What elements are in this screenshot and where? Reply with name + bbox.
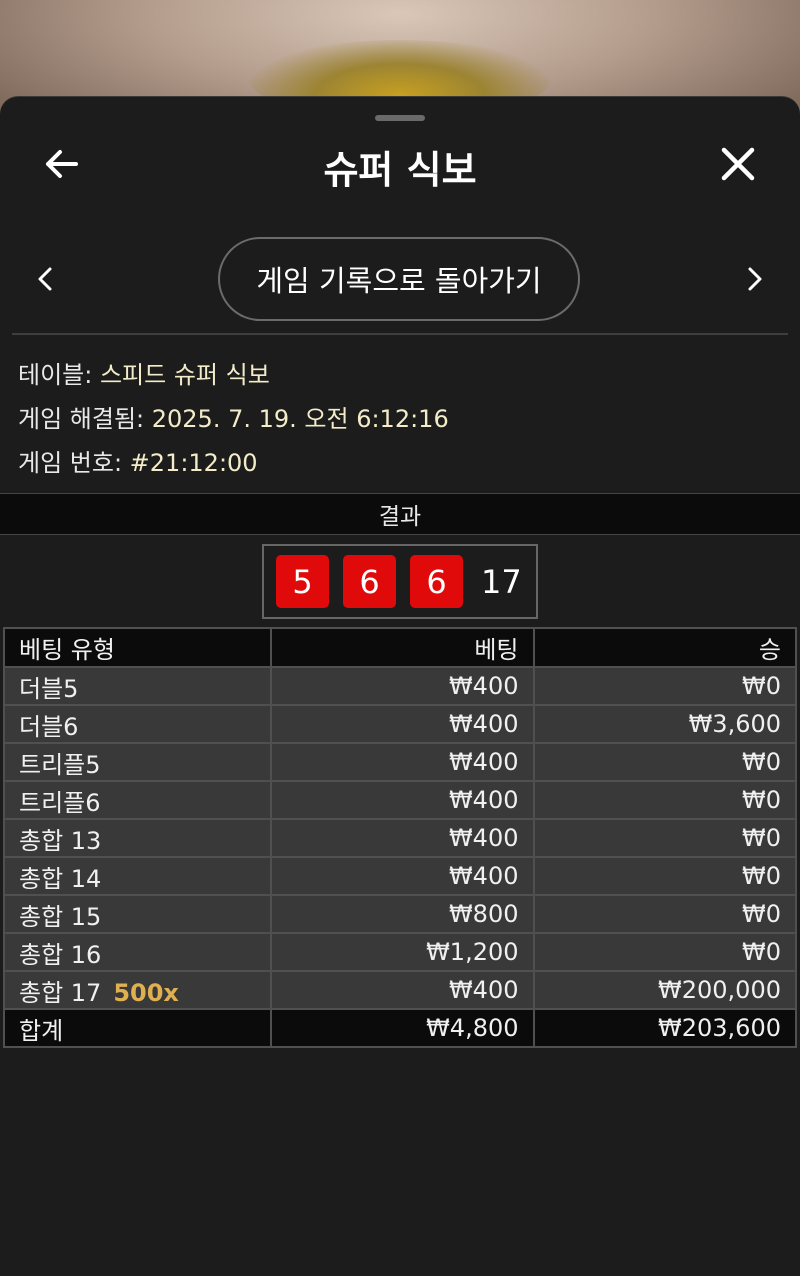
bet-type-cell: 총합 17 500x: [3, 970, 272, 1010]
dice-total: 17: [481, 562, 522, 601]
bet-type-cell: 총합 13: [3, 818, 272, 858]
close-icon[interactable]: [716, 142, 760, 186]
bet-amount: ₩1,200: [270, 932, 535, 972]
table-row: 총합 16 ₩1,200 ₩0: [3, 932, 797, 972]
table-row: 총합 13 ₩400 ₩0: [3, 818, 797, 858]
die-2: 6: [343, 555, 396, 608]
table-value: 스피드 슈퍼 식보: [99, 361, 270, 389]
total-win: ₩203,600: [532, 1008, 797, 1048]
total-bet: ₩4,800: [270, 1008, 535, 1048]
bet-amount: ₩400: [270, 742, 535, 782]
header-win: 승: [532, 627, 797, 668]
table-row: 트리플6 ₩400 ₩0: [3, 780, 797, 820]
win-amount: ₩3,600: [532, 704, 797, 744]
table-row: 총합 17 500x ₩400 ₩200,000: [3, 970, 797, 1010]
total-row: 합계 ₩4,800 ₩203,600: [3, 1008, 797, 1048]
bets-table: 베팅 유형 베팅 승 더블5 ₩400 ₩0 더블6 ₩400 ₩3,600 트…: [3, 627, 797, 1048]
arrow-left-icon[interactable]: [40, 142, 84, 186]
bet-type: 총합 14: [19, 864, 102, 893]
bet-type-cell: 더블6: [3, 704, 272, 744]
total-label: 합계: [3, 1008, 272, 1048]
win-amount: ₩0: [532, 666, 797, 706]
table-row: 더블6 ₩400 ₩3,600: [3, 704, 797, 744]
chevron-right-icon[interactable]: [738, 263, 770, 295]
header-bet: 베팅: [270, 627, 535, 668]
bet-amount: ₩800: [270, 894, 535, 934]
bet-amount: ₩400: [270, 780, 535, 820]
bet-type: 총합 16: [19, 940, 102, 969]
bet-type-cell: 트리플5: [3, 742, 272, 782]
chevron-left-icon[interactable]: [30, 263, 62, 295]
bet-amount: ₩400: [270, 666, 535, 706]
win-amount: ₩0: [532, 894, 797, 934]
table-label: 테이블:: [18, 361, 100, 389]
game-number-label: 게임 번호:: [18, 449, 130, 477]
page-title: 슈퍼 식보: [323, 148, 477, 192]
die-3: 6: [410, 555, 463, 608]
table-row: 총합 14 ₩400 ₩0: [3, 856, 797, 896]
bet-type-cell: 총합 16: [3, 932, 272, 972]
bet-type: 트리플5: [19, 750, 101, 779]
win-amount: ₩0: [532, 818, 797, 858]
bet-amount: ₩400: [270, 856, 535, 896]
die-1: 5: [276, 555, 329, 608]
bet-amount: ₩400: [270, 704, 535, 744]
bet-type-cell: 총합 14: [3, 856, 272, 896]
win-amount: ₩0: [532, 742, 797, 782]
resolved-label: 게임 해결됨:: [18, 405, 152, 433]
resolved-info: 게임 해결됨: 2025. 7. 19. 오전 6:12:16: [18, 399, 449, 434]
win-amount: ₩0: [532, 932, 797, 972]
game-detail-sheet: 슈퍼 식보 게임 기록으로 돌아가기 테이블: 스피드 슈퍼 식보 게임 해결됨…: [0, 96, 800, 1276]
table-row: 더블5 ₩400 ₩0: [3, 666, 797, 706]
bet-type-cell: 더블5: [3, 666, 272, 706]
win-amount: ₩0: [532, 780, 797, 820]
game-number-value: #21:12:00: [129, 449, 258, 477]
table-row: 총합 15 ₩800 ₩0: [3, 894, 797, 934]
table-header-row: 베팅 유형 베팅 승: [3, 627, 797, 668]
sheet-grabber[interactable]: [375, 115, 425, 121]
table-info: 테이블: 스피드 슈퍼 식보: [18, 355, 270, 390]
bet-type: 총합 17: [19, 978, 102, 1007]
bet-type: 더블6: [19, 712, 79, 741]
resolved-value: 2025. 7. 19. 오전 6:12:16: [151, 405, 449, 433]
bet-type-cell: 총합 15: [3, 894, 272, 934]
bet-type: 총합 13: [19, 826, 102, 855]
header-bet-type: 베팅 유형: [3, 627, 272, 668]
back-to-history-button[interactable]: 게임 기록으로 돌아가기: [218, 237, 580, 321]
bet-amount: ₩400: [270, 970, 535, 1010]
bet-type-cell: 트리플6: [3, 780, 272, 820]
win-amount: ₩200,000: [532, 970, 797, 1010]
bet-type: 트리플6: [19, 788, 101, 817]
bet-type: 더블5: [19, 674, 79, 703]
table-row: 트리플5 ₩400 ₩0: [3, 742, 797, 782]
payout-multiplier-badge: 500x: [113, 978, 179, 1007]
bet-type: 총합 15: [19, 902, 102, 931]
bet-amount: ₩400: [270, 818, 535, 858]
results-header: 결과: [0, 493, 800, 535]
game-number-info: 게임 번호: #21:12:00: [18, 443, 258, 478]
divider: [12, 333, 788, 335]
win-amount: ₩0: [532, 856, 797, 896]
dice-result: 5 6 6 17: [262, 544, 538, 619]
